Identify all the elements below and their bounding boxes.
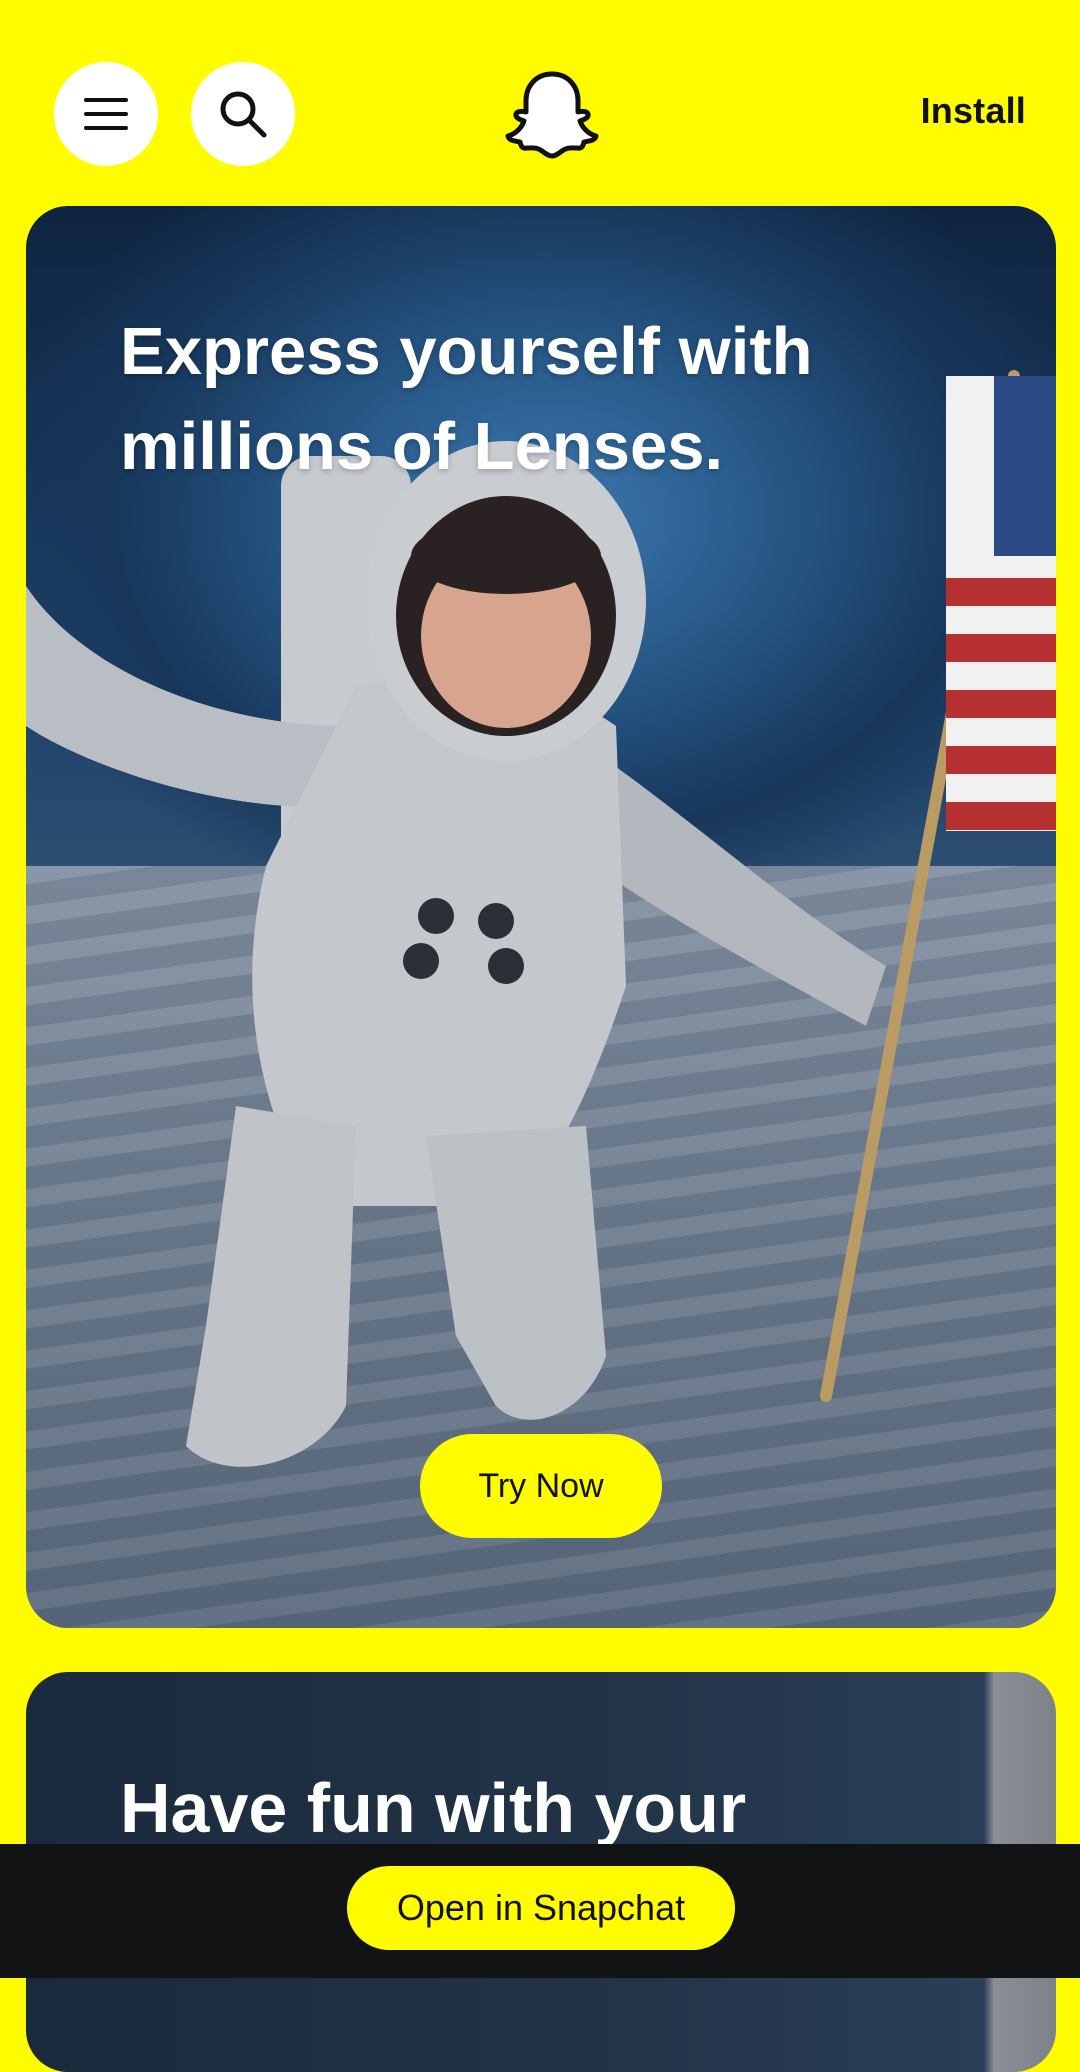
lenses-card-title: Express yourself with millions of Lenses…	[120, 314, 813, 484]
snapchat-logo[interactable]	[504, 68, 600, 164]
snapchat-ghost-logo-icon	[505, 71, 599, 159]
open-in-snapchat-button[interactable]: Open in Snapchat	[347, 1866, 735, 1950]
search-icon	[220, 91, 267, 138]
search-button[interactable]	[191, 62, 295, 166]
bottom-bar: Open in Snapchat	[0, 1844, 1080, 1978]
install-link[interactable]: Install	[921, 90, 1026, 132]
hamburger-menu-icon	[84, 98, 128, 130]
have-fun-card-title: Have fun with your	[120, 1769, 747, 1847]
flag-graphic	[946, 376, 1056, 831]
top-header: Install	[0, 0, 1080, 206]
try-now-button[interactable]: Try Now	[420, 1434, 662, 1538]
menu-button[interactable]	[54, 62, 158, 166]
lenses-card: Express yourself with millions of Lenses…	[26, 206, 1056, 1628]
